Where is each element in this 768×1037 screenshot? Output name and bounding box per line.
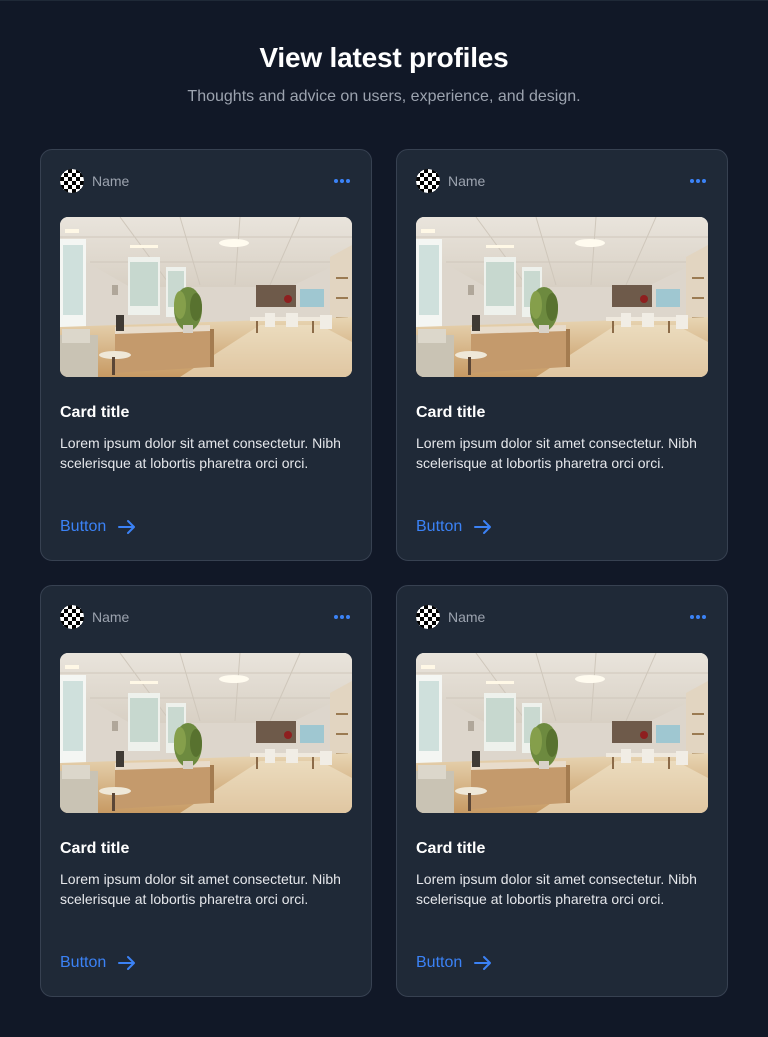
profile-card: Name Card title Lorem ipsum dolor sit am… (40, 585, 372, 997)
more-options-button[interactable] (332, 171, 352, 191)
more-options-button[interactable] (332, 607, 352, 627)
checker-avatar-icon (416, 605, 440, 629)
card-description: Lorem ipsum dolor sit amet consectetur. … (416, 435, 697, 471)
card-header: Name (60, 169, 352, 193)
checker-avatar-icon (60, 605, 84, 629)
page-subtitle: Thoughts and advice on users, experience… (187, 88, 581, 105)
card-header: Name (416, 169, 708, 193)
card-action-label: Button (416, 518, 463, 535)
card-image (60, 653, 352, 813)
checker-avatar-icon (60, 169, 84, 193)
card-title: Card title (416, 840, 486, 857)
author-name: Name (448, 173, 486, 189)
card-action-button[interactable]: Button (416, 518, 492, 536)
card-header: Name (416, 605, 708, 629)
card-action-button[interactable]: Button (416, 954, 492, 972)
card-title: Card title (60, 840, 130, 857)
arrow-right-icon (118, 955, 136, 971)
arrow-right-icon (118, 519, 136, 535)
card-title: Card title (416, 404, 486, 421)
card-image (416, 653, 708, 813)
arrow-right-icon (474, 955, 492, 971)
profile-card: Name Card title Lorem ipsum dolor sit am… (396, 585, 728, 997)
author-name: Name (92, 173, 130, 189)
profile-card: Name Card title Lorem ipsum dolor sit am… (396, 149, 728, 561)
checker-avatar-icon (416, 169, 440, 193)
card-description: Lorem ipsum dolor sit amet consectetur. … (60, 435, 341, 471)
more-options-button[interactable] (688, 607, 708, 627)
page: View latest profiles Thoughts and advice… (0, 0, 768, 1037)
more-horizontal-icon (690, 179, 706, 183)
page-title: View latest profiles (259, 42, 509, 73)
card-image (416, 217, 708, 377)
more-horizontal-icon (334, 179, 350, 183)
card-action-button[interactable]: Button (60, 954, 136, 972)
card-action-label: Button (60, 518, 107, 535)
card-image (60, 217, 352, 377)
more-horizontal-icon (334, 615, 350, 619)
card-description: Lorem ipsum dolor sit amet consectetur. … (416, 871, 697, 907)
profile-card-grid: Name Card title Lorem ipsum dolor sit am… (40, 149, 728, 997)
card-action-label: Button (416, 954, 463, 971)
more-horizontal-icon (690, 615, 706, 619)
arrow-right-icon (474, 519, 492, 535)
card-action-label: Button (60, 954, 107, 971)
card-header: Name (60, 605, 352, 629)
author-name: Name (448, 609, 486, 625)
card-action-button[interactable]: Button (60, 518, 136, 536)
more-options-button[interactable] (688, 171, 708, 191)
card-description: Lorem ipsum dolor sit amet consectetur. … (60, 871, 341, 907)
author-name: Name (92, 609, 130, 625)
profile-card: Name Card title Lorem ipsum dolor sit am… (40, 149, 372, 561)
card-title: Card title (60, 404, 130, 421)
